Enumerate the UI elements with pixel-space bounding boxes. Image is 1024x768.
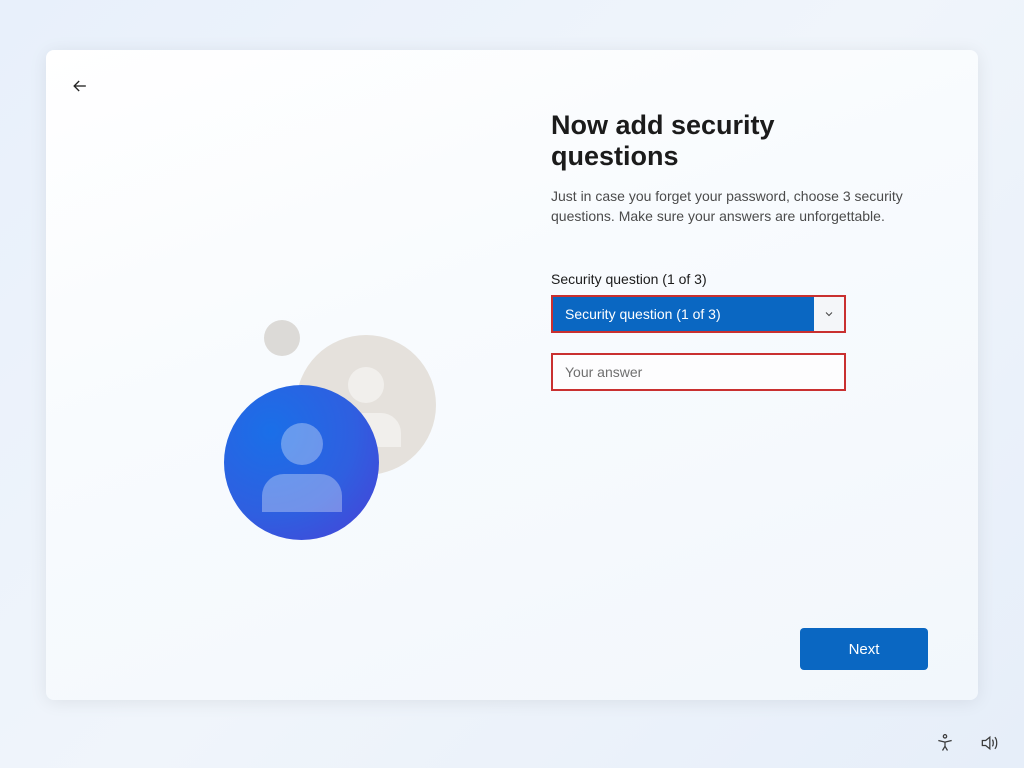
arrow-left-icon bbox=[70, 76, 90, 96]
question-field-label: Security question (1 of 3) bbox=[551, 271, 906, 287]
accessibility-button[interactable] bbox=[934, 732, 956, 754]
setup-card: Now add security questions Just in case … bbox=[46, 50, 978, 700]
back-button[interactable] bbox=[64, 70, 96, 102]
chevron-down-icon bbox=[823, 308, 835, 320]
answer-field-wrap bbox=[551, 353, 846, 391]
avatar-foreground-icon bbox=[224, 385, 379, 540]
volume-icon bbox=[979, 733, 999, 753]
next-button[interactable]: Next bbox=[800, 628, 928, 670]
answer-input[interactable] bbox=[553, 355, 844, 389]
security-question-selected[interactable]: Security question (1 of 3) bbox=[553, 297, 814, 331]
user-illustration bbox=[176, 280, 456, 560]
form-pane: Now add security questions Just in case … bbox=[551, 110, 906, 391]
dropdown-toggle[interactable] bbox=[814, 297, 844, 331]
page-title: Now add security questions bbox=[551, 110, 906, 172]
decorative-dot bbox=[264, 320, 300, 356]
system-tray bbox=[934, 732, 1000, 754]
accessibility-icon bbox=[935, 733, 955, 753]
page-subtitle: Just in case you forget your password, c… bbox=[551, 186, 906, 227]
security-question-select[interactable]: Security question (1 of 3) bbox=[551, 295, 846, 333]
volume-button[interactable] bbox=[978, 732, 1000, 754]
